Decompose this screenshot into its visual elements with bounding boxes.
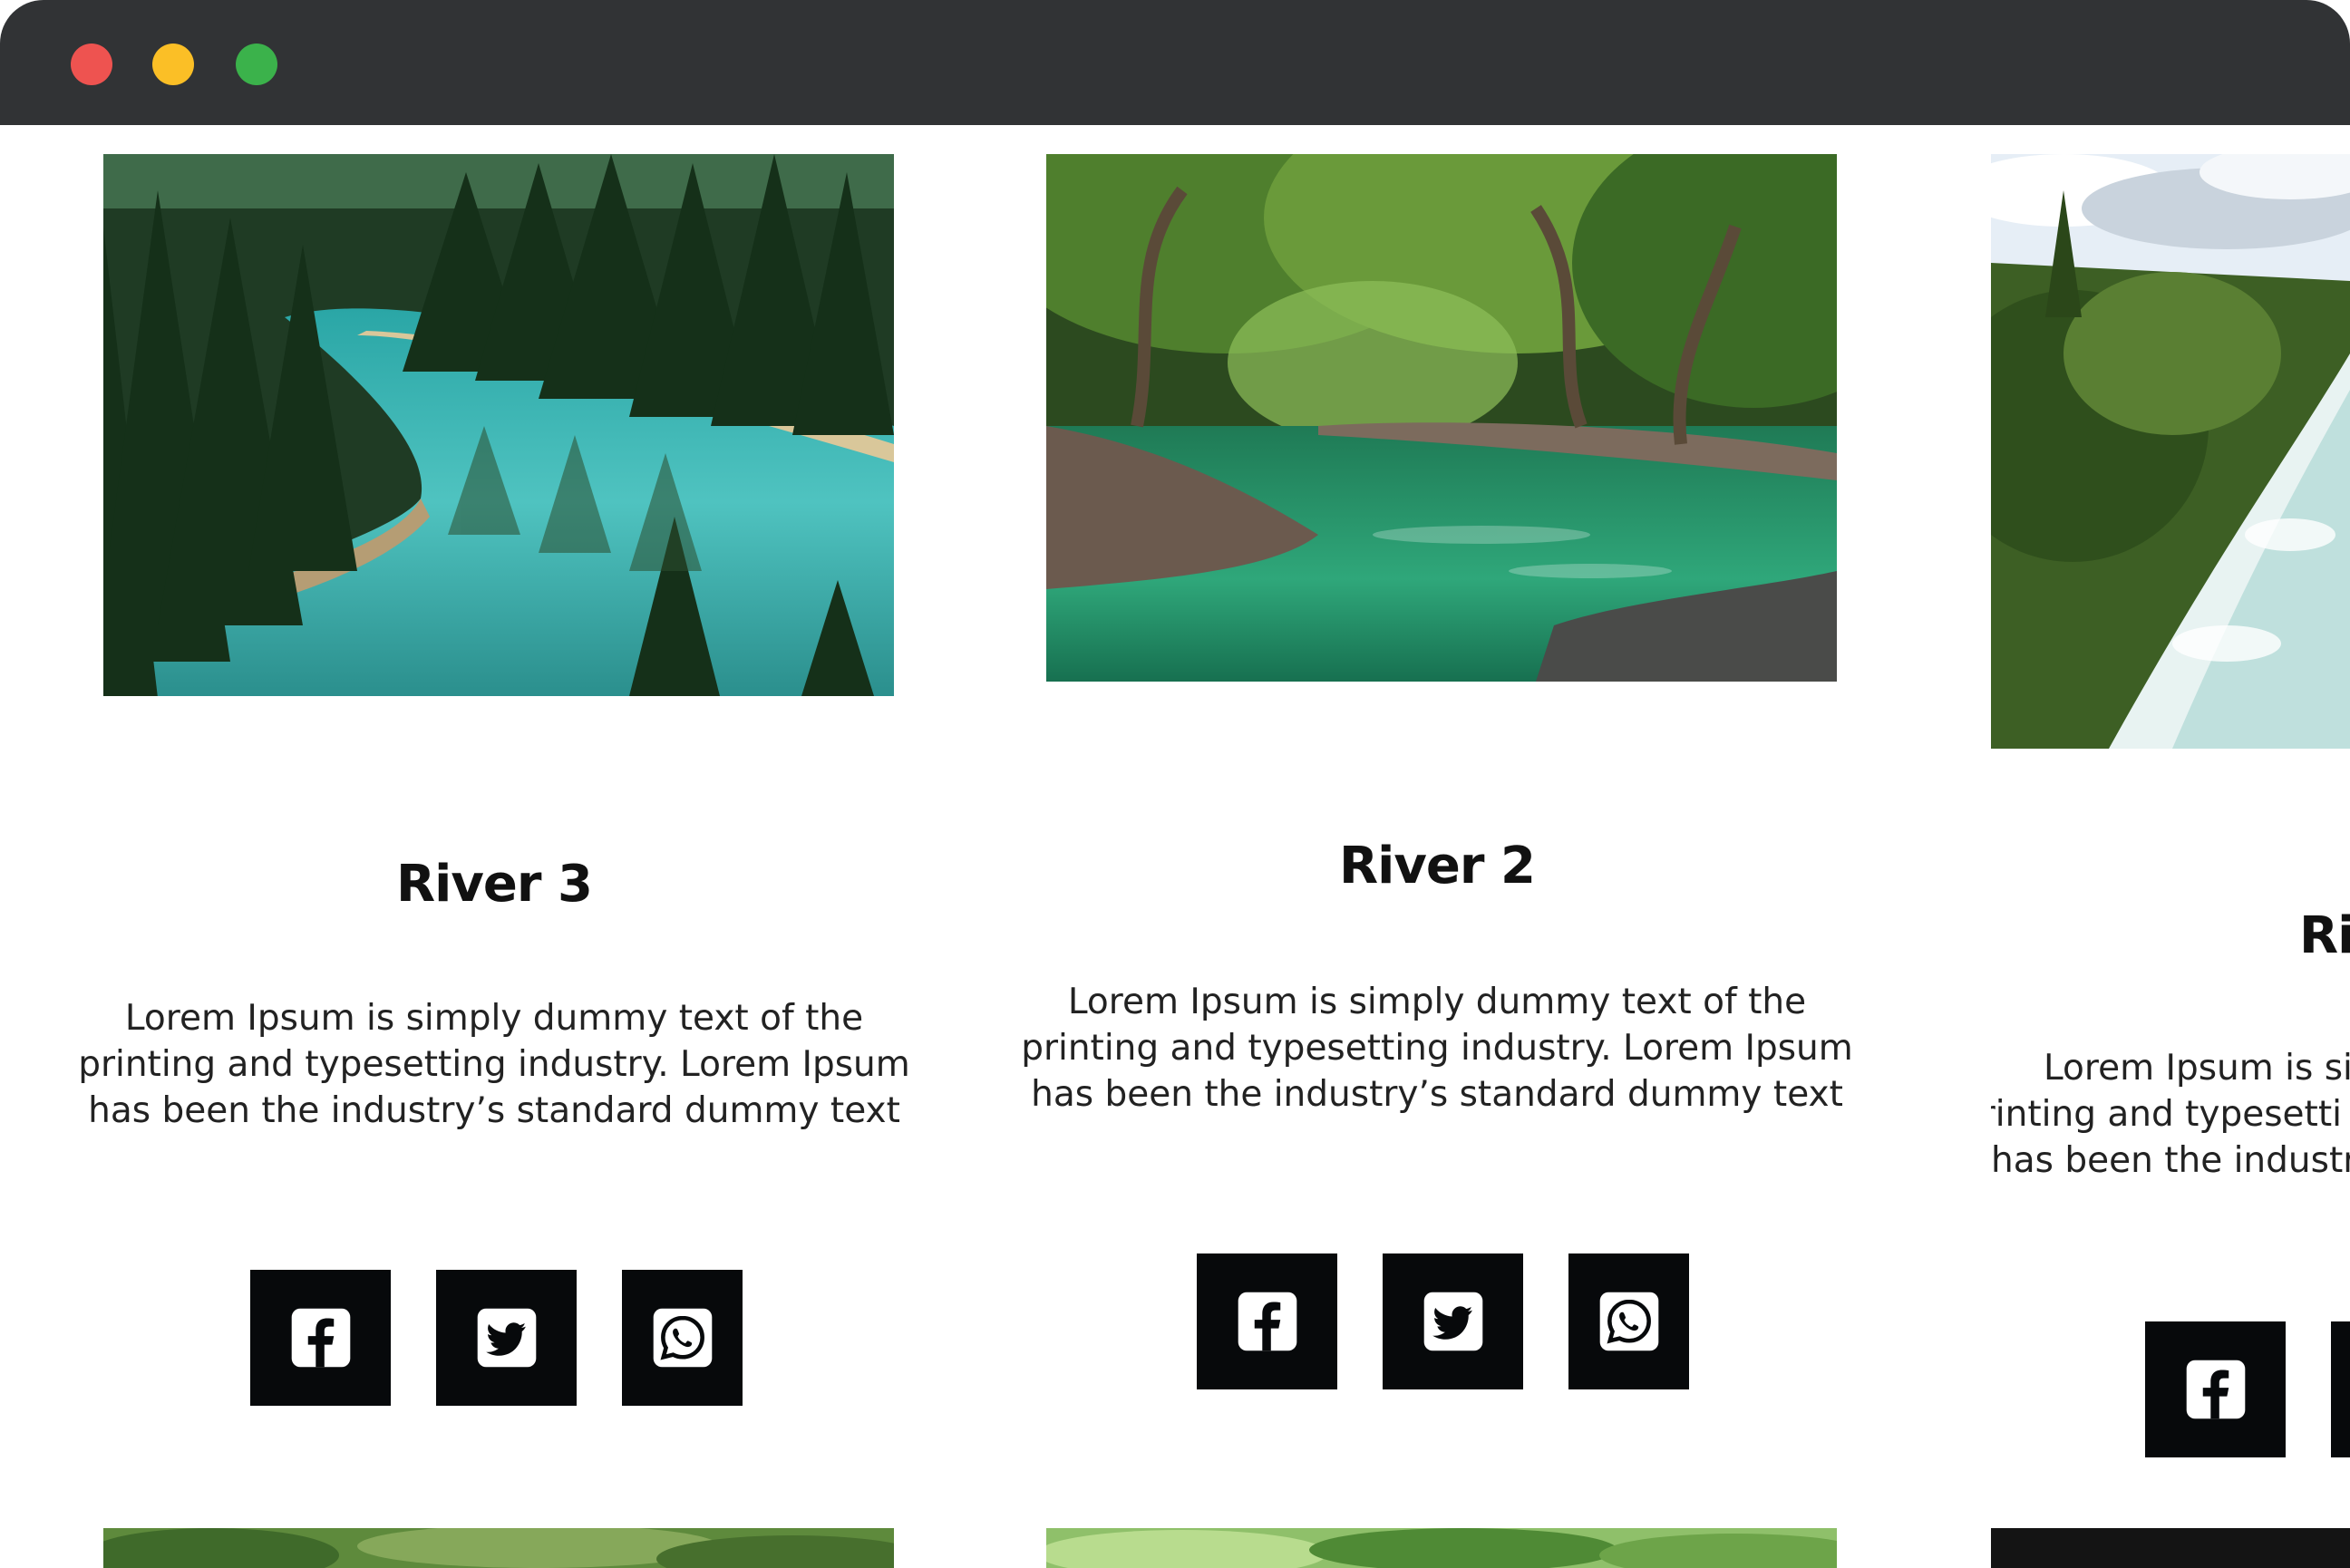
next-card-image	[1991, 1528, 2350, 1568]
social-links	[250, 1270, 743, 1406]
minimize-window-button[interactable]	[152, 44, 194, 85]
maximize-window-button[interactable]	[236, 44, 277, 85]
whatsapp-share-button[interactable]	[1568, 1253, 1689, 1389]
rapids-picture	[1991, 154, 2350, 749]
twitter-icon	[477, 1308, 536, 1368]
social-links	[1197, 1253, 1689, 1389]
social-links	[2145, 1321, 2350, 1457]
river-card: River 3 Lorem Ipsum is simply dummy text…	[78, 125, 910, 1568]
river-forest-picture	[103, 154, 894, 696]
river-card: River 2 Lorem Ipsum is simply dummy text…	[1021, 125, 1853, 1568]
facebook-share-button[interactable]	[2145, 1321, 2286, 1457]
description-line: has been the industr	[1991, 1140, 2350, 1181]
river-card: Ri Lorem Ipsum is sim printing and types…	[1991, 125, 2350, 1568]
description-line: Lorem Ipsum is sim	[2044, 1048, 2350, 1089]
card-description: Lorem Ipsum is sim printing and typesett…	[1991, 1045, 2350, 1184]
title-bar	[0, 0, 2350, 125]
description-line: printing and typesetti	[1991, 1094, 2342, 1135]
card-description: Lorem Ipsum is simply dummy text of the …	[78, 998, 910, 1131]
facebook-icon	[291, 1308, 350, 1368]
card-title: River 3	[396, 855, 593, 914]
twitter-share-button[interactable]	[436, 1270, 577, 1406]
next-card-image	[1046, 1528, 1837, 1568]
facebook-icon	[2186, 1360, 2245, 1419]
twitter-share-button[interactable]	[1383, 1253, 1523, 1389]
whatsapp-icon	[1599, 1292, 1658, 1351]
card-title: Ri	[2299, 906, 2350, 965]
twitter-share-button[interactable]	[2331, 1321, 2350, 1457]
facebook-icon	[1238, 1292, 1296, 1351]
whatsapp-share-button[interactable]	[622, 1270, 743, 1406]
page-content: River 3 Lorem Ipsum is simply dummy text…	[0, 125, 2350, 1568]
next-card-image	[103, 1528, 894, 1568]
facebook-share-button[interactable]	[1197, 1253, 1337, 1389]
river-image	[1046, 154, 1837, 682]
close-window-button[interactable]	[71, 44, 112, 85]
river-image	[103, 154, 894, 696]
river-trees-picture	[1046, 154, 1837, 682]
twitter-icon	[1423, 1292, 1482, 1351]
browser-window: River 3 Lorem Ipsum is simply dummy text…	[0, 0, 2350, 1568]
card-title: River 2	[1339, 837, 1536, 895]
river-image	[1991, 154, 2350, 749]
whatsapp-icon	[653, 1308, 712, 1368]
facebook-share-button[interactable]	[250, 1270, 391, 1406]
card-description: Lorem Ipsum is simply dummy text of the …	[1021, 982, 1853, 1115]
